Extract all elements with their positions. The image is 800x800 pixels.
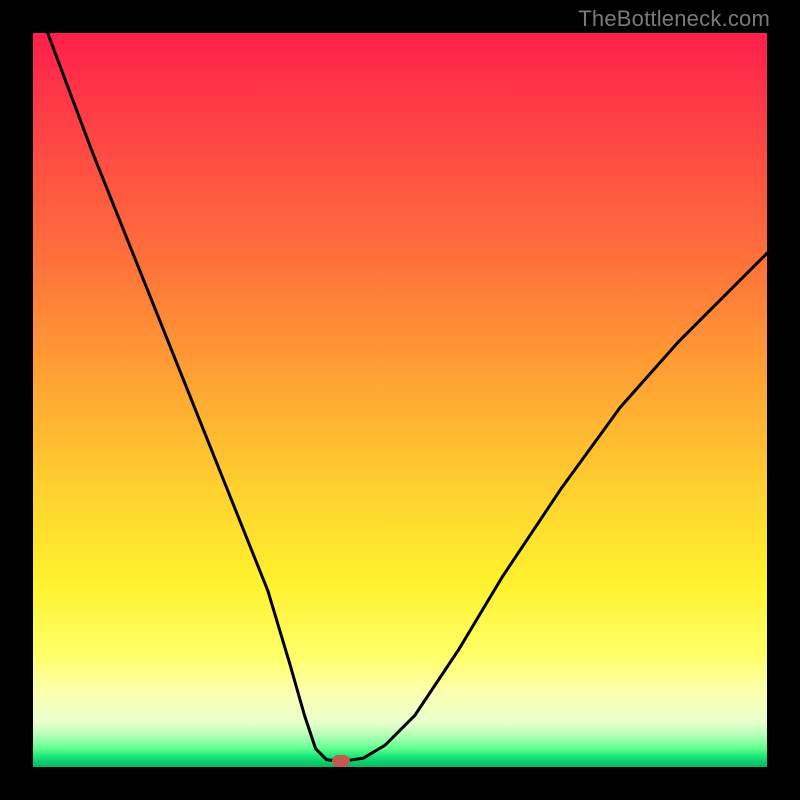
chart-frame: TheBottleneck.com	[0, 0, 800, 800]
watermark-text: TheBottleneck.com	[578, 6, 770, 32]
plot-area	[33, 33, 767, 767]
optimum-marker	[332, 755, 350, 767]
bottleneck-curve	[48, 33, 767, 761]
curve-layer	[33, 33, 767, 767]
